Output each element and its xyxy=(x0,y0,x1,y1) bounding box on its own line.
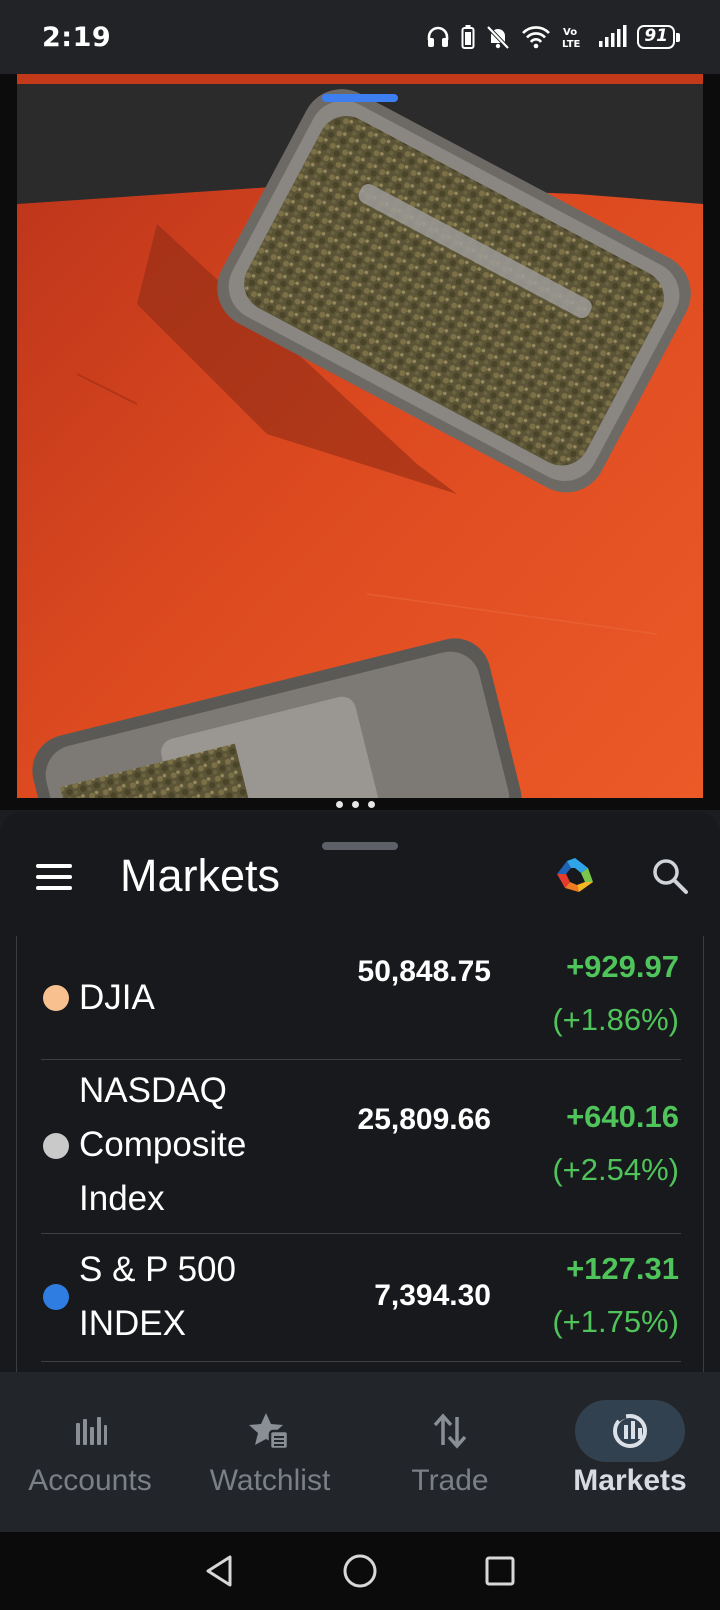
hamburger-line xyxy=(36,875,72,879)
split-screen-top-panel xyxy=(0,74,720,810)
nav-label: Watchlist xyxy=(209,1464,331,1497)
search-icon[interactable] xyxy=(650,856,690,896)
index-change-percent: (+2.54%) xyxy=(552,1152,679,1187)
nav-label: Markets xyxy=(573,1464,687,1497)
hamburger-line xyxy=(36,886,72,890)
photo-drag-handle[interactable] xyxy=(322,94,398,102)
menu-button[interactable] xyxy=(36,858,76,898)
nav-watchlist[interactable]: Watchlist xyxy=(180,1372,360,1532)
page-title: Markets xyxy=(120,850,281,901)
battery-saver-icon xyxy=(461,25,475,49)
series-color-dot xyxy=(43,1284,69,1310)
index-change: +929.97 (+1.86%) xyxy=(499,940,679,1046)
system-navigation-bar xyxy=(0,1532,720,1610)
series-color-dot xyxy=(43,985,69,1011)
split-screen-divider[interactable] xyxy=(336,801,375,808)
index-price: 7,394.30 xyxy=(374,1279,491,1312)
index-price: 50,848.75 xyxy=(357,955,491,988)
nav-label: Trade xyxy=(411,1464,489,1497)
index-name: S & P 500 INDEX xyxy=(79,1250,236,1343)
index-name: NASDAQ Composite Index xyxy=(79,1071,247,1218)
svg-text:Vo: Vo xyxy=(563,27,577,38)
back-icon[interactable] xyxy=(200,1551,240,1591)
bar-chart-icon xyxy=(35,1400,145,1462)
status-bar: 2:19 Vo LTE 91 xyxy=(0,0,720,74)
signal-icon xyxy=(599,25,627,47)
market-row-djia[interactable]: DJIA 50,848.75 +929.97 (+1.86%) xyxy=(41,936,681,1060)
headphones-icon xyxy=(428,26,449,47)
bell-off-icon xyxy=(486,25,510,50)
index-change-value: +929.97 xyxy=(566,949,679,984)
index-price: 25,809.66 xyxy=(357,1103,491,1136)
index-change: +640.16 (+2.54%) xyxy=(499,1090,679,1196)
app-header: Markets xyxy=(0,812,720,936)
up-down-arrows-icon xyxy=(395,1400,505,1462)
index-change-value: +640.16 xyxy=(566,1099,679,1134)
brand-logo-icon[interactable] xyxy=(555,856,595,896)
hamburger-line xyxy=(36,864,72,868)
star-list-icon xyxy=(215,1400,325,1462)
nav-markets[interactable]: Markets xyxy=(540,1372,720,1532)
nav-trade[interactable]: Trade xyxy=(360,1372,540,1532)
series-color-dot xyxy=(43,1133,69,1159)
divider-dot xyxy=(336,801,343,808)
index-change-percent: (+1.75%) xyxy=(552,1304,679,1339)
index-change-percent: (+1.86%) xyxy=(552,1002,679,1037)
index-change-value: +127.31 xyxy=(566,1251,679,1286)
divider-dot xyxy=(368,801,375,808)
status-icons: Vo LTE 91 xyxy=(425,24,680,50)
recents-icon[interactable] xyxy=(480,1551,520,1591)
market-row-sp500[interactable]: S & P 500 INDEX 7,394.30 +127.31 (+1.75%… xyxy=(41,1234,681,1362)
globe-chart-icon xyxy=(575,1400,685,1462)
photo-illustration xyxy=(17,74,703,798)
bottom-navigation: Accounts Watchlist Trade Markets xyxy=(0,1372,720,1532)
market-row-nasdaq[interactable]: NASDAQ Composite Index 25,809.66 +640.16… xyxy=(41,1060,681,1234)
svg-text:LTE: LTE xyxy=(562,39,581,50)
status-time: 2:19 xyxy=(42,21,112,53)
battery-level: 91 xyxy=(637,25,675,49)
home-icon[interactable] xyxy=(340,1551,380,1591)
battery-tip xyxy=(676,32,680,42)
battery-indicator: 91 xyxy=(637,25,680,49)
wifi-icon xyxy=(522,26,551,49)
index-name: DJIA xyxy=(79,978,155,1017)
volte-icon: VoLTE xyxy=(562,27,581,50)
nav-label: Accounts xyxy=(28,1464,152,1497)
index-change: +127.31 (+1.75%) xyxy=(499,1242,679,1348)
nav-accounts[interactable]: Accounts xyxy=(0,1372,180,1532)
photo-image[interactable] xyxy=(17,74,703,798)
divider-dot xyxy=(352,801,359,808)
